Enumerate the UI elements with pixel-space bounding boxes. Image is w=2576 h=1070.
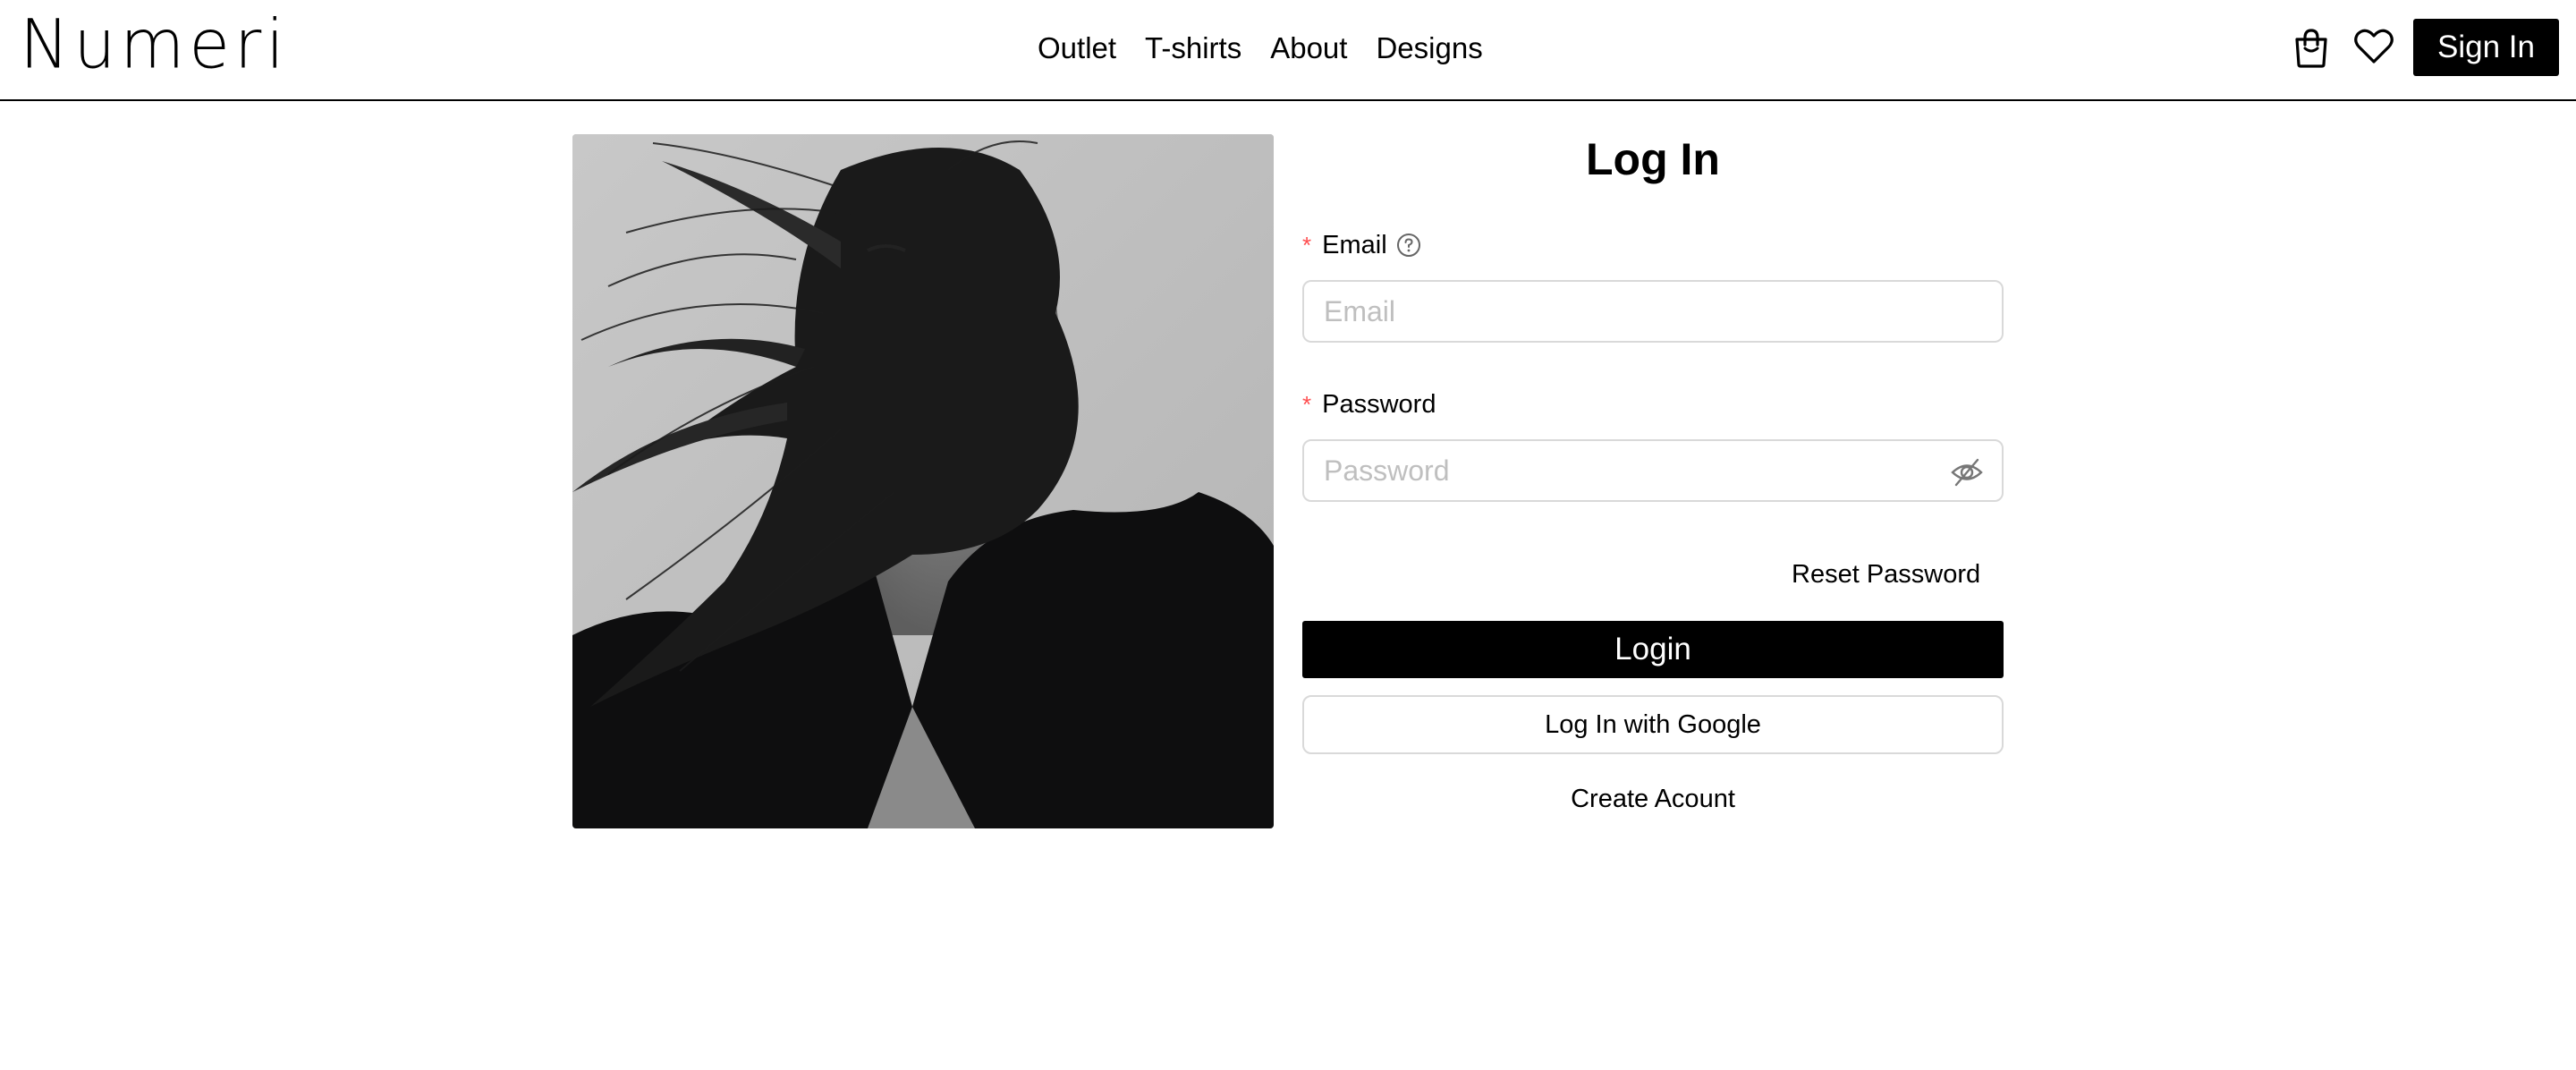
nav-item-designs[interactable]: Designs bbox=[1376, 25, 1482, 72]
email-input[interactable] bbox=[1302, 280, 2004, 343]
login-button[interactable]: Login bbox=[1302, 621, 2004, 678]
reset-password-link[interactable]: Reset Password bbox=[1792, 558, 1980, 590]
email-label: * Email bbox=[1302, 229, 1421, 261]
nav-item-about[interactable]: About bbox=[1270, 25, 1347, 72]
email-label-text: Email bbox=[1322, 231, 1387, 259]
required-mark: * bbox=[1302, 232, 1312, 259]
eye-invisible-icon[interactable] bbox=[1950, 457, 1984, 488]
top-header: Numeri Outlet T-shirts About Designs Sig… bbox=[0, 0, 2576, 101]
portrait-image bbox=[572, 134, 1274, 828]
sign-in-button[interactable]: Sign In bbox=[2413, 19, 2559, 76]
password-input[interactable] bbox=[1302, 439, 2004, 502]
main-nav: Outlet T-shirts About Designs bbox=[1038, 25, 1483, 72]
google-login-button[interactable]: Log In with Google bbox=[1302, 695, 2004, 754]
question-circle-icon[interactable] bbox=[1396, 233, 1421, 258]
password-label-text: Password bbox=[1322, 390, 1436, 419]
create-account-link[interactable]: Create Acount bbox=[1302, 783, 2004, 815]
shopping-bag-icon[interactable] bbox=[2292, 27, 2331, 68]
password-label: * Password bbox=[1302, 388, 1436, 420]
hero-photo bbox=[572, 134, 1274, 828]
form-title: Log In bbox=[1586, 134, 1720, 184]
nav-item-tshirts[interactable]: T-shirts bbox=[1145, 25, 1241, 72]
brand-logo[interactable]: Numeri bbox=[20, 4, 289, 85]
nav-item-outlet[interactable]: Outlet bbox=[1038, 25, 1116, 72]
required-mark: * bbox=[1302, 391, 1312, 418]
heart-icon[interactable] bbox=[2354, 29, 2394, 64]
